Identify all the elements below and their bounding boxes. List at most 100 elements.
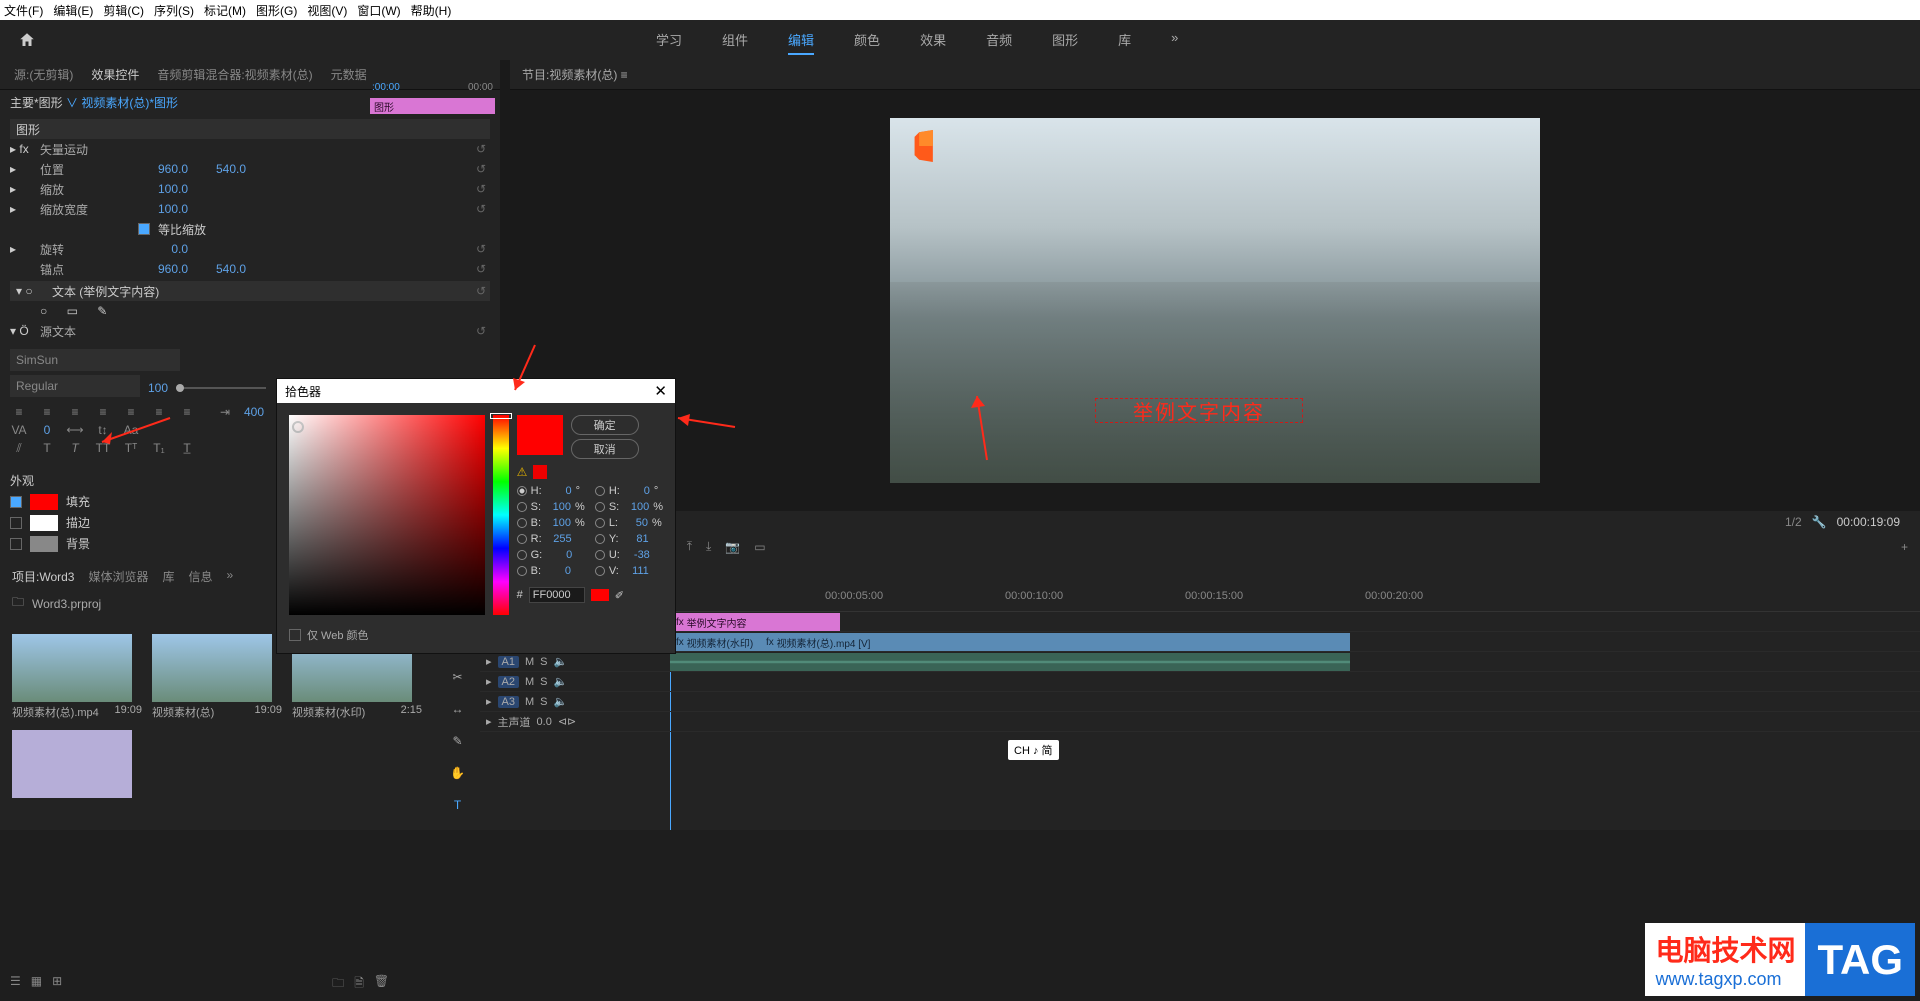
clip-text-graphic[interactable]: fx 举例文字内容 <box>670 613 840 631</box>
radio-u[interactable] <box>595 550 605 560</box>
web-colors-checkbox[interactable] <box>289 629 301 641</box>
type-tool-icon[interactable]: T <box>447 794 469 816</box>
bin-item-1[interactable]: 视频素材(总)19:09 <box>152 634 282 720</box>
ok-button[interactable]: 确定 <box>571 415 639 435</box>
bin-item-3[interactable] <box>12 730 142 798</box>
razor-tool-icon[interactable]: ✂ <box>447 666 469 688</box>
kerning-icon[interactable]: ⟷ <box>66 423 84 437</box>
eyedropper-icon[interactable]: ✐ <box>615 589 624 602</box>
menu-sequence[interactable]: 序列(S) <box>154 2 194 19</box>
tab-audio[interactable]: 音频 <box>986 26 1012 55</box>
tracking-icon[interactable]: VA <box>10 423 28 437</box>
gamut-warning-icon[interactable]: ⚠ <box>517 465 528 479</box>
align-center-icon[interactable]: ≡ <box>38 405 56 419</box>
hand-tool-icon[interactable]: ✋ <box>447 762 469 784</box>
radio-s[interactable] <box>517 502 527 512</box>
dialog-titlebar[interactable]: 拾色器 ✕ <box>277 379 675 403</box>
clip-audio-a1[interactable] <box>670 653 1350 671</box>
new-item-icon[interactable]: 🗎 <box>354 974 364 995</box>
vector-motion[interactable]: ▸ fx矢量运动↺ <box>10 139 490 159</box>
align-right-icon[interactable]: ≡ <box>66 405 84 419</box>
tab-editing[interactable]: 编辑 <box>788 26 814 55</box>
menu-graphics[interactable]: 图形(G) <box>256 2 297 19</box>
tab-learn[interactable]: 学习 <box>656 26 682 55</box>
timeline-ruler[interactable]: 00:00:05:00 00:00:10:00 00:00:15:00 00:0… <box>670 586 1920 612</box>
tab-info[interactable]: 信息 <box>189 568 213 585</box>
pen-mask-icon[interactable]: ✎ <box>97 304 107 318</box>
list-view-icon[interactable]: ☰ <box>10 974 21 995</box>
allcaps-icon[interactable]: T <box>66 441 84 456</box>
tab-audio-mixer[interactable]: 音频剪辑混合器:视频素材(总) <box>157 66 312 83</box>
menu-edit[interactable]: 编辑(E) <box>53 2 93 19</box>
stroke-swatch[interactable] <box>30 515 58 531</box>
tab-metadata[interactable]: 元数据 <box>331 66 367 83</box>
clip-video-main[interactable]: fx 视频素材(总).mp4 [V] <box>760 633 1350 651</box>
font-size-slider[interactable] <box>176 387 266 389</box>
pen-tool-icon[interactable]: ✎ <box>447 730 469 752</box>
bin-item-0[interactable]: 视频素材(总).mp419:09 <box>12 634 142 720</box>
radio-s2[interactable] <box>595 502 605 512</box>
text-overlay[interactable]: 举例文字内容 <box>1095 398 1303 423</box>
reset-icon[interactable]: ↺ <box>476 324 486 338</box>
bin-icon[interactable]: 🗀 <box>12 593 24 614</box>
menu-marker[interactable]: 标记(M) <box>204 2 246 19</box>
background-swatch[interactable] <box>30 536 58 552</box>
reset-icon[interactable]: ↺ <box>476 262 486 276</box>
menu-help[interactable]: 帮助(H) <box>411 2 452 19</box>
rect-mask-icon[interactable]: ▭ <box>67 304 78 318</box>
radio-b[interactable] <box>517 518 527 528</box>
cancel-button[interactable]: 取消 <box>571 439 639 459</box>
reset-icon[interactable]: ↺ <box>476 202 486 216</box>
tab-effects[interactable]: 效果 <box>920 26 946 55</box>
radio-v[interactable] <box>595 566 605 576</box>
ellipse-mask-icon[interactable]: ○ <box>40 304 47 318</box>
underline-icon[interactable]: T̲ <box>178 441 196 456</box>
align-left-icon[interactable]: ≡ <box>10 405 28 419</box>
tab-media-browser[interactable]: 媒体浏览器 <box>88 568 148 585</box>
track-master-head[interactable]: ▸主声道0.0⊲⊳ <box>480 712 670 732</box>
sv-cursor[interactable] <box>292 421 304 433</box>
hue-slider[interactable] <box>493 415 509 615</box>
close-icon[interactable]: ✕ <box>654 382 667 400</box>
reset-icon[interactable]: ↺ <box>476 142 486 156</box>
panel-overflow-icon[interactable]: » <box>227 568 234 585</box>
menu-clip[interactable]: 剪辑(C) <box>103 2 144 19</box>
export-frame-icon[interactable]: 📷 <box>725 540 740 554</box>
reset-icon[interactable]: ↺ <box>476 182 486 196</box>
radio-h2[interactable] <box>595 486 605 496</box>
ec-clip-graphic[interactable]: 图形 <box>370 98 495 114</box>
new-bin-icon[interactable]: 🗀 <box>332 974 344 995</box>
trash-icon[interactable]: 🗑 <box>374 974 389 995</box>
track-a2-head[interactable]: ▸A2MS🔈 <box>480 672 670 692</box>
slip-tool-icon[interactable]: ↔ <box>447 698 469 720</box>
radio-g[interactable] <box>517 550 527 560</box>
prop-uniform-scale[interactable]: 等比缩放 <box>10 219 490 239</box>
reset-icon[interactable]: ↺ <box>476 284 486 298</box>
menu-file[interactable]: 文件(F) <box>4 2 43 19</box>
tab-color[interactable]: 颜色 <box>854 26 880 55</box>
fit-dropdown[interactable]: 1/2 <box>1785 515 1802 529</box>
background-checkbox[interactable] <box>10 538 22 550</box>
radio-bch[interactable] <box>517 566 527 576</box>
tab-graphics[interactable]: 图形 <box>1052 26 1078 55</box>
hex-input[interactable] <box>529 587 585 603</box>
lift-icon[interactable]: ⤒ <box>687 539 692 554</box>
radio-y[interactable] <box>595 534 605 544</box>
uniform-scale-checkbox[interactable] <box>138 223 150 235</box>
workspace-overflow[interactable]: » <box>1171 26 1178 55</box>
track-a3-head[interactable]: ▸A3MS🔈 <box>480 692 670 712</box>
prop-scale-width[interactable]: ▸缩放宽度100.0↺ <box>10 199 490 219</box>
tab-icon[interactable]: ⇥ <box>216 405 234 419</box>
tab-source[interactable]: 源:(无剪辑) <box>14 66 73 83</box>
wrench-icon[interactable]: 🔧 <box>1812 515 1827 529</box>
reset-icon[interactable]: ↺ <box>476 162 486 176</box>
faux-italic-icon[interactable]: T <box>38 441 56 456</box>
faux-bold-icon[interactable]: ⫽ <box>10 441 28 456</box>
track-a1-head[interactable]: ▸A1MS🔈 <box>480 652 670 672</box>
font-size-value[interactable]: 100 <box>148 381 168 395</box>
tab-libraries[interactable]: 库 <box>1118 26 1131 55</box>
font-family-dropdown[interactable]: SimSun <box>10 349 180 371</box>
saturation-value-field[interactable] <box>289 415 485 615</box>
font-style-dropdown[interactable]: Regular <box>10 375 140 397</box>
text-group[interactable]: ▾ ○ 文本 (举例文字内容)↺ <box>10 281 490 301</box>
